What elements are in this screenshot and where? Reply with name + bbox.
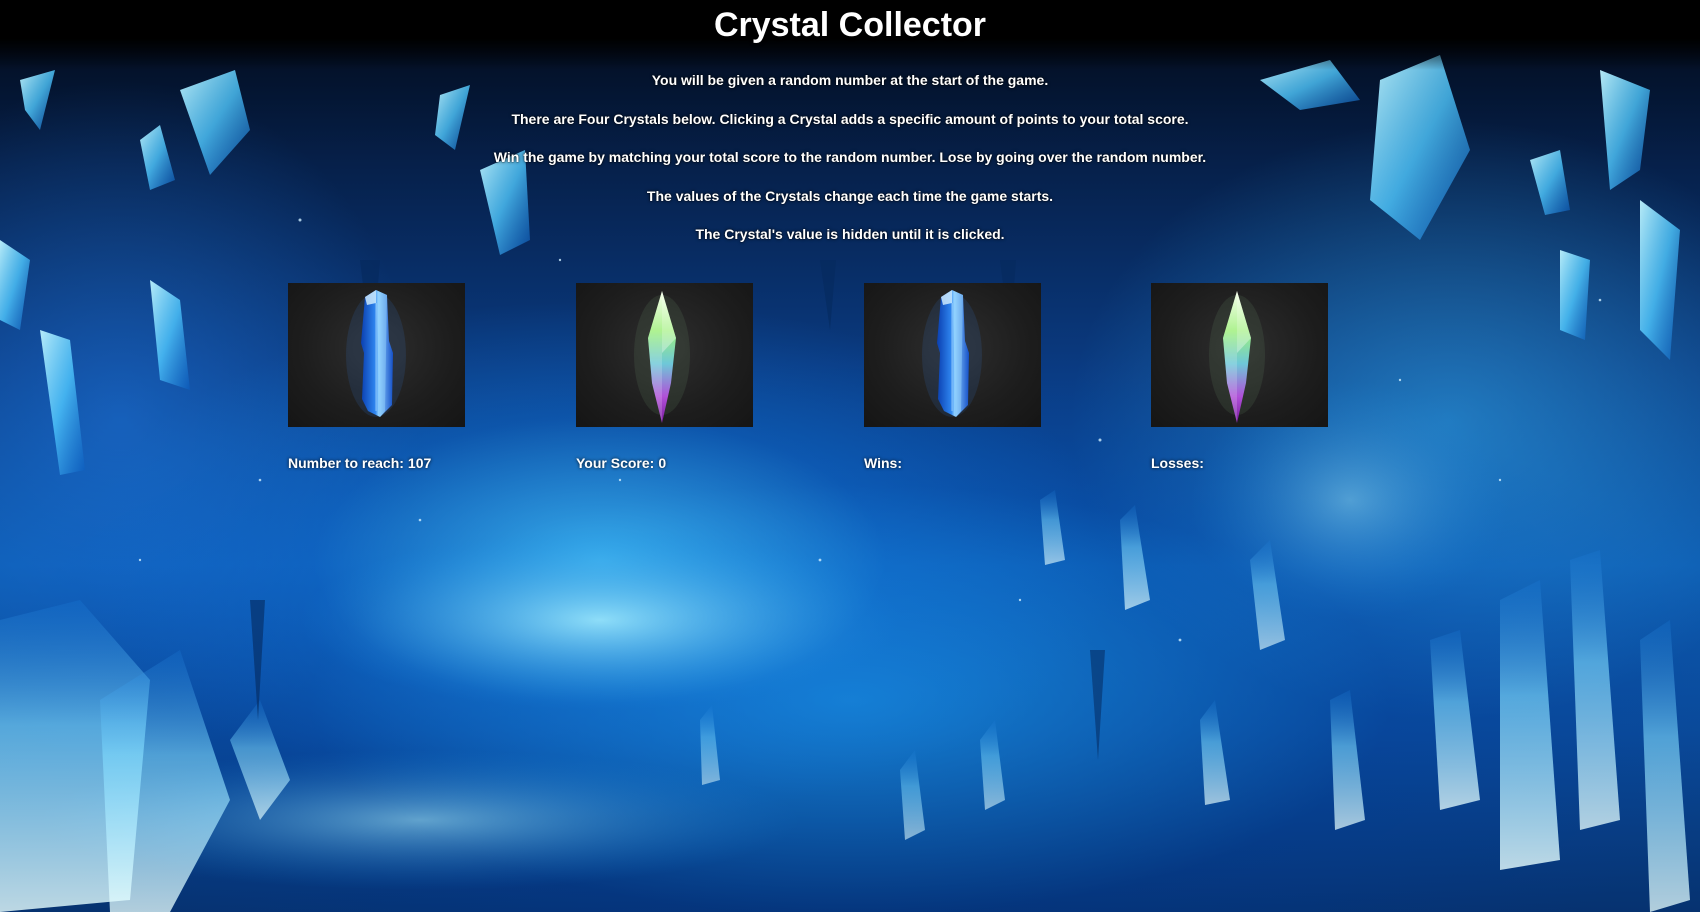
target-number-value: 107 (407, 455, 432, 471)
crystal-4-button[interactable] (1151, 283, 1328, 427)
score-stat: Your Score: 0 (576, 455, 666, 471)
instruction-line: Win the game by matching your total scor… (493, 149, 1207, 165)
score-label: Your Score: (576, 455, 655, 471)
losses-label: Losses: (1151, 455, 1204, 471)
rainbow-crystal-icon (634, 291, 690, 423)
target-number-label: Number to reach: (288, 455, 404, 471)
instruction-line: The values of the Crystals change each t… (646, 187, 1054, 204)
losses-stat: Losses: (1151, 455, 1208, 471)
crystal-1-button[interactable] (288, 283, 465, 427)
instruction-line: You will be given a random number at the… (651, 72, 1049, 88)
game-container: Crystal Collector You will be given a ra… (0, 0, 1700, 912)
blue-crystal-icon (922, 290, 982, 417)
instruction-line: The Crystal's value is hidden until it i… (695, 226, 1005, 242)
instructions-list: You will be given a random number at the… (0, 70, 1700, 263)
rainbow-crystal-icon (1209, 291, 1265, 423)
instruction-line: There are Four Crystals below. Clicking … (511, 110, 1189, 127)
target-number-stat: Number to reach: 107 (288, 455, 431, 471)
score-value: 0 (658, 455, 667, 471)
page-title: Crystal Collector (713, 6, 987, 44)
crystal-row (0, 283, 1700, 428)
wins-label: Wins: (864, 455, 902, 471)
wins-stat: Wins: (864, 455, 906, 471)
crystal-2-button[interactable] (576, 283, 753, 427)
blue-crystal-icon (346, 290, 406, 417)
crystal-3-button[interactable] (864, 283, 1041, 427)
